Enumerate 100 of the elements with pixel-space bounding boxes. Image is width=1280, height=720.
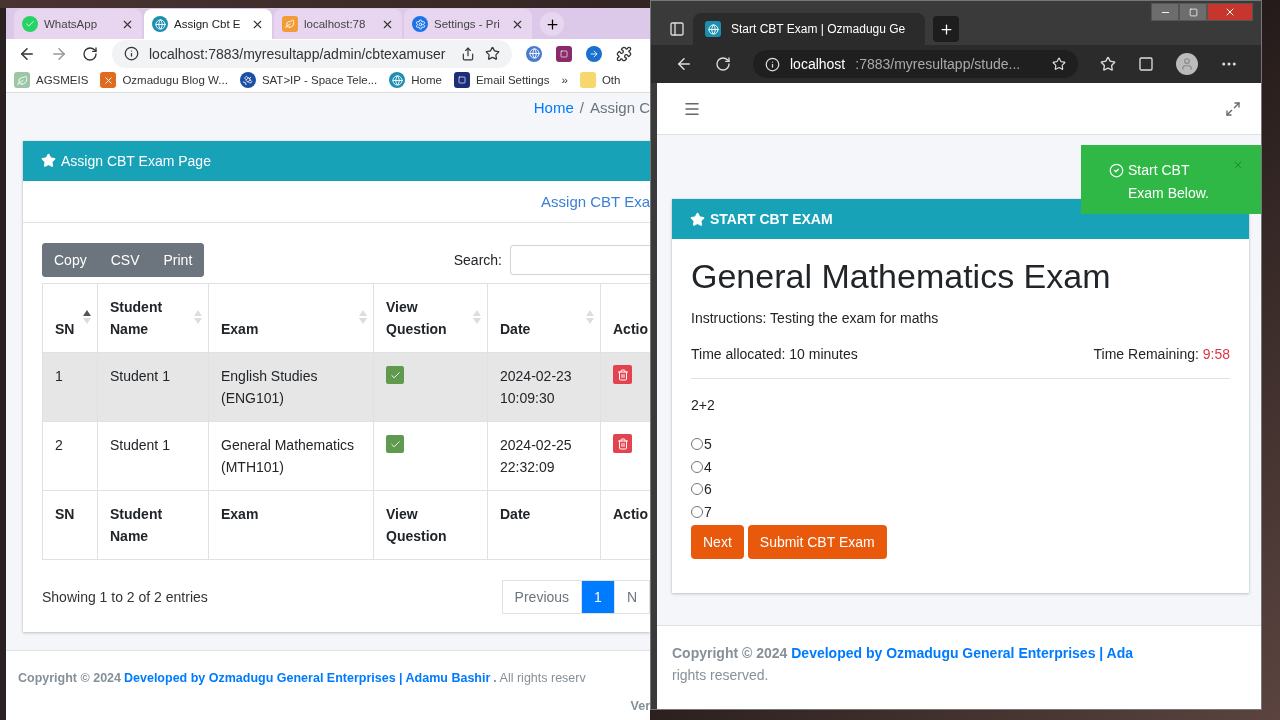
radio-button[interactable] <box>691 505 703 518</box>
rights-text: rights reserved. <box>672 667 769 683</box>
bookmark-item[interactable]: AGSMEIS <box>14 72 89 89</box>
answer-option[interactable]: 7 <box>691 500 1230 523</box>
extension-icon[interactable] <box>556 45 572 62</box>
browser-tab[interactable]: localhost:78 <box>274 9 402 40</box>
pagination-button[interactable]: Previous <box>501 580 583 614</box>
collections-icon[interactable] <box>1138 56 1154 72</box>
browser-tab[interactable]: WhatsApp <box>14 9 142 40</box>
table-cell: 1 <box>42 352 98 422</box>
column-header[interactable]: Date <box>487 283 601 353</box>
table-cell: General Mathematics (MTH101) <box>208 421 374 491</box>
assign-link[interactable]: Assign CBT Exa <box>541 193 650 210</box>
view-check-icon[interactable] <box>386 366 404 385</box>
folder-item[interactable]: Oth <box>579 72 621 89</box>
table-cell: 2024-02-25 22:32:09 <box>487 421 601 491</box>
fullscreen-icon[interactable] <box>1225 100 1241 117</box>
answer-option[interactable]: 4 <box>691 455 1230 478</box>
breadcrumb-item: Assign C <box>589 99 650 118</box>
bookmark-item[interactable]: Email Settings <box>453 72 550 89</box>
maximize-icon <box>1188 7 1198 17</box>
bookmark-item[interactable]: SAT>IP - Space Tele... <box>239 72 378 89</box>
search-field[interactable] <box>510 245 650 275</box>
time-allocated: Time allocated: 10 minutes <box>691 346 858 362</box>
favorites-icon[interactable] <box>1100 56 1116 72</box>
copyright-text: Copyright © 2024 <box>18 670 121 687</box>
extension-icon[interactable] <box>586 45 602 62</box>
satellite-icon <box>239 72 256 89</box>
answer-option[interactable]: 6 <box>691 478 1230 501</box>
browser-tab[interactable]: Settings - Pri <box>404 9 532 40</box>
pagination-button[interactable]: 1 <box>581 580 615 614</box>
card-title: START CBT EXAM <box>710 211 833 227</box>
leaf-icon <box>14 72 30 89</box>
maximize-button[interactable] <box>1179 3 1207 21</box>
rights-text: . All rights reserv <box>493 670 586 687</box>
toast-message: Start CBT Exam Below. <box>1128 161 1210 203</box>
question-text: 2+2 <box>691 397 716 413</box>
delete-icon[interactable] <box>613 434 632 454</box>
globe-icon <box>389 72 406 89</box>
radio-button[interactable] <box>691 460 703 473</box>
new-tab-button[interactable] <box>933 16 959 42</box>
browser-tab[interactable]: Start CBT Exam | Ozmadugu Ge <box>693 13 925 45</box>
star-icon <box>690 211 705 227</box>
column-footer: View Question <box>373 490 488 560</box>
delete-icon[interactable] <box>613 365 632 385</box>
plus-icon <box>544 16 560 32</box>
back-button[interactable] <box>675 55 693 73</box>
extension-icon[interactable] <box>526 45 542 62</box>
time-remaining: Time Remaining: 9:58 <box>1093 346 1230 362</box>
version-text: Ver <box>630 698 650 715</box>
column-footer: SN <box>42 490 98 560</box>
developer-link[interactable]: Developed by Ozmadugu General Enterprises | Ada <box>791 645 1134 661</box>
table-cell: English Studies (ENG101) <box>208 352 374 422</box>
plus-icon <box>938 21 954 37</box>
answer-option[interactable]: 5 <box>691 433 1230 456</box>
column-header[interactable]: View Question <box>373 283 488 353</box>
radio-button[interactable] <box>691 438 703 451</box>
star-icon <box>41 153 56 169</box>
info-icon <box>124 46 139 62</box>
table-cell: Student 1 <box>97 421 209 491</box>
card-title: Assign CBT Exam Page <box>61 153 211 169</box>
bookmark-item[interactable]: Ozmadugu Blog W... <box>100 72 228 89</box>
whatsapp-icon <box>22 16 38 33</box>
share-icon[interactable] <box>461 46 475 61</box>
column-header[interactable]: Student Name <box>97 283 209 353</box>
exam-title: General Mathematics Exam <box>691 257 1112 296</box>
address-bar[interactable]: localhost:7883/myresultapp/admin/cbtexamuser <box>112 39 512 68</box>
browser-tab[interactable]: Assign Cbt E <box>144 9 272 40</box>
tab-actions-icon[interactable] <box>669 21 685 37</box>
bookmark-item[interactable]: Home <box>389 72 442 89</box>
table-cell: Student 1 <box>97 352 209 422</box>
bookmark-star-icon[interactable] <box>485 46 500 62</box>
more-bookmarks-button[interactable]: » <box>561 74 568 87</box>
address-bar[interactable]: localhost :7883/myresultapp/stude... <box>753 50 1078 78</box>
check-circle-icon <box>1109 163 1124 178</box>
exam-button[interactable]: Submit CBT Exam <box>747 525 887 559</box>
radio-button[interactable] <box>691 483 703 496</box>
search-label: Search: <box>453 252 502 268</box>
view-check-icon[interactable] <box>386 435 404 454</box>
entries-info: Showing 1 to 2 of 2 entries <box>42 589 208 605</box>
copyright-text: Copyright © 2024 <box>672 645 788 661</box>
reload-button[interactable] <box>715 56 731 72</box>
folder-icon <box>579 72 596 89</box>
extensions-puzzle-icon[interactable] <box>616 45 632 62</box>
table-cell: 2 <box>42 421 98 491</box>
developer-link[interactable]: Developed by Ozmadugu General Enterprises | Adamu Bashir <box>124 664 491 692</box>
globe-icon <box>705 21 721 37</box>
profile-avatar[interactable] <box>1176 53 1198 75</box>
globe-icon <box>152 16 168 33</box>
instructions-text: Instructions: Testing the exam for maths <box>691 310 940 326</box>
breadcrumb-item[interactable]: Home <box>533 99 574 141</box>
favorite-add-icon[interactable] <box>1052 57 1066 71</box>
column-header[interactable]: Exam <box>208 283 374 353</box>
table-cell: 2024-02-23 10:09:30 <box>487 352 601 422</box>
reload-button[interactable] <box>82 45 98 62</box>
pagination-button[interactable]: N <box>613 580 650 614</box>
column-header[interactable]: SN <box>42 283 98 353</box>
new-tab-button[interactable] <box>540 12 564 37</box>
exam-button[interactable]: Next <box>691 525 744 559</box>
breadcrumb-separator: / <box>579 99 584 118</box>
